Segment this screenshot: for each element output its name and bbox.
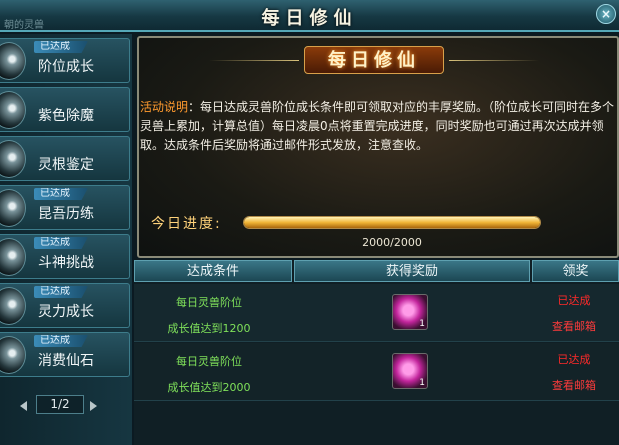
condition-line-1: 每日灵兽阶位: [176, 355, 242, 368]
sidebar-item-label: 灵力成长: [38, 304, 94, 320]
sidebar-item-zise[interactable]: 紫色除魔: [0, 87, 130, 132]
sidebar-item-label: 阶位成长: [38, 59, 94, 75]
progress-text: 2000/2000: [362, 236, 422, 249]
table-row: 每日灵兽阶位 成长值达到1200 1 已达成 查看邮箱: [134, 284, 619, 342]
claim-status: 已达成: [557, 353, 591, 366]
orb-icon: [0, 336, 26, 374]
reward-quantity: 1: [419, 319, 425, 329]
pager: 1/2: [0, 392, 132, 445]
reward-quantity: 1: [419, 378, 425, 388]
header-claim: 领奖: [532, 260, 619, 282]
claim-status: 已达成: [557, 294, 591, 307]
achieved-badge: 已达成: [34, 286, 88, 298]
sidebar: 已达成 阶位成长 紫色除魔 灵根鉴定 已达成 昆吾历练 已达成 斗神挑战 已达成…: [0, 34, 132, 445]
orb-icon: [0, 238, 26, 276]
achieved-badge: 已达成: [34, 237, 88, 249]
next-page-icon[interactable]: [90, 401, 97, 411]
main-content: 每日修仙 活动说明：每日达成灵兽阶位成长条件即可领取对应的丰厚奖励。（阶位成长可…: [134, 34, 619, 445]
sidebar-item-label: 紫色除魔: [38, 108, 94, 124]
sidebar-item-kunwu[interactable]: 已达成 昆吾历练: [0, 185, 130, 230]
progress-label: 今日进度:: [151, 216, 222, 232]
sidebar-item-lingli[interactable]: 已达成 灵力成长: [0, 283, 130, 328]
flourish-right: [449, 60, 539, 61]
panel-title: 每日修仙: [304, 46, 444, 74]
reward-item-icon[interactable]: 1: [392, 353, 428, 389]
window-title: 每日修仙: [261, 8, 358, 29]
title-bar: 朝的灵兽 每日修仙 ×: [0, 0, 619, 32]
progress-bar-fill: [244, 217, 540, 228]
sidebar-item-jiewei[interactable]: 已达成 阶位成长: [0, 38, 130, 83]
activity-panel: 每日修仙 活动说明：每日达成灵兽阶位成长条件即可领取对应的丰厚奖励。（阶位成长可…: [137, 36, 619, 258]
close-icon[interactable]: ×: [596, 4, 616, 24]
progress-bar: [243, 216, 541, 229]
achieved-badge: 已达成: [34, 41, 88, 53]
orb-icon: [0, 189, 26, 227]
condition-line-1: 每日灵兽阶位: [176, 296, 242, 309]
sidebar-item-label: 消费仙石: [38, 353, 94, 369]
activity-description: 活动说明：每日达成灵兽阶位成长条件即可领取对应的丰厚奖励。（阶位成长可同时在多个…: [140, 98, 618, 155]
check-mailbox-link[interactable]: 查看邮箱: [534, 377, 614, 393]
sidebar-item-label: 灵根鉴定: [38, 157, 94, 173]
achieved-badge: 已达成: [34, 188, 88, 200]
orb-icon: [0, 140, 26, 178]
reward-item-icon[interactable]: 1: [392, 294, 428, 330]
flourish-left: [209, 60, 299, 61]
prev-page-icon[interactable]: [20, 401, 27, 411]
check-mailbox-link[interactable]: 查看邮箱: [534, 318, 614, 334]
sidebar-item-xiaofei[interactable]: 已达成 消费仙石: [0, 332, 130, 377]
description-key: 活动说明: [140, 100, 189, 114]
sidebar-item-doushen[interactable]: 已达成 斗神挑战: [0, 234, 130, 279]
orb-icon: [0, 42, 26, 80]
sidebar-item-label: 昆吾历练: [38, 206, 94, 222]
sidebar-item-label: 斗神挑战: [38, 255, 94, 271]
achieved-badge: 已达成: [34, 335, 88, 347]
reward-table: 达成条件 获得奖励 领奖 每日灵兽阶位 成长值达到1200 1 已达成 查看邮箱…: [134, 260, 619, 445]
page-indicator: 1/2: [36, 395, 84, 414]
description-text: ：每日达成灵兽阶位成长条件即可领取对应的丰厚奖励。（阶位成长可同时在多个灵兽上累…: [140, 100, 615, 152]
sidebar-item-linggen[interactable]: 灵根鉴定: [0, 136, 130, 181]
condition-line-2: 成长值达到1200: [167, 322, 251, 335]
table-row: 每日灵兽阶位 成长值达到2000 1 已达成 查看邮箱: [134, 343, 619, 401]
header-condition: 达成条件: [134, 260, 292, 282]
orb-icon: [0, 287, 26, 325]
condition-line-2: 成长值达到2000: [167, 381, 251, 394]
header-reward: 获得奖励: [294, 260, 530, 282]
orb-icon: [0, 91, 26, 129]
